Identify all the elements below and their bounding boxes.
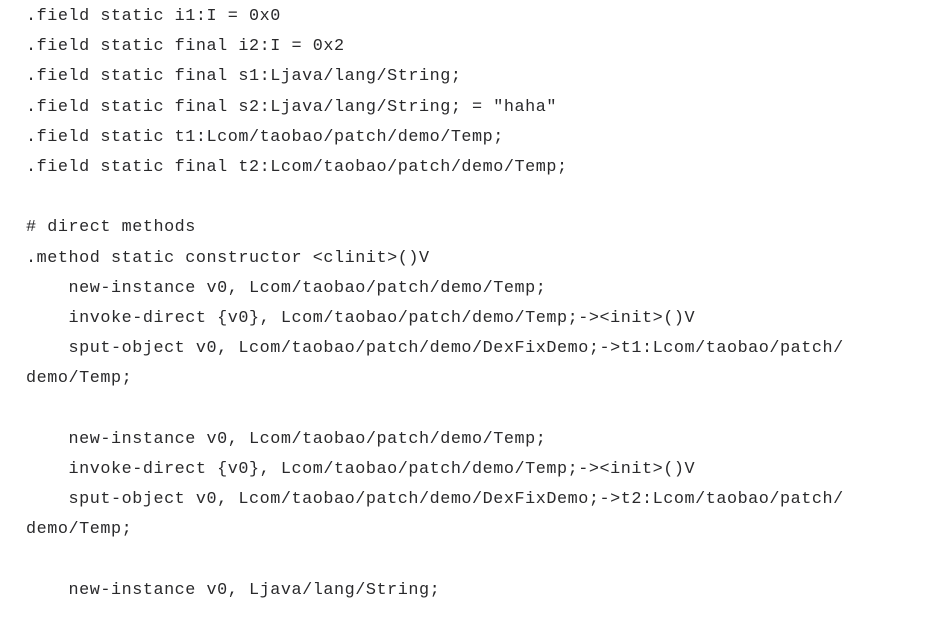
code-line: # direct methods — [26, 218, 196, 238]
code-line: new-instance v0, Lcom/taobao/patch/demo/… — [26, 278, 547, 298]
code-line: invoke-direct {v0}, Lcom/taobao/patch/de… — [26, 308, 696, 328]
code-line: invoke-direct {v0}, Lcom/taobao/patch/de… — [26, 459, 696, 479]
code-line: .field static t1:Lcom/taobao/patch/demo/… — [26, 127, 504, 147]
code-line: sput-object v0, Lcom/taobao/patch/demo/D… — [26, 490, 844, 509]
code-line: .field static final s1:Ljava/lang/String… — [26, 67, 462, 87]
code-line: demo/Temp; — [26, 520, 133, 540]
code-line: .field static i1:I = 0x0 — [26, 7, 281, 26]
code-line: .field static final t2:Lcom/taobao/patch… — [26, 157, 568, 177]
code-line: demo/Temp; — [26, 369, 133, 389]
code-listing: .field static i1:I = 0x0 .field static fi… — [0, 0, 946, 640]
code-line: .method static constructor <clinit>()V — [26, 248, 430, 268]
code-line: .field static final s2:Ljava/lang/String… — [26, 97, 558, 117]
code-line: .field static final i2:I = 0x2 — [26, 37, 345, 57]
code-line: new-instance v0, Ljava/lang/String; — [26, 580, 441, 600]
code-line: new-instance v0, Lcom/taobao/patch/demo/… — [26, 429, 547, 449]
code-line: sput-object v0, Lcom/taobao/patch/demo/D… — [26, 339, 844, 359]
